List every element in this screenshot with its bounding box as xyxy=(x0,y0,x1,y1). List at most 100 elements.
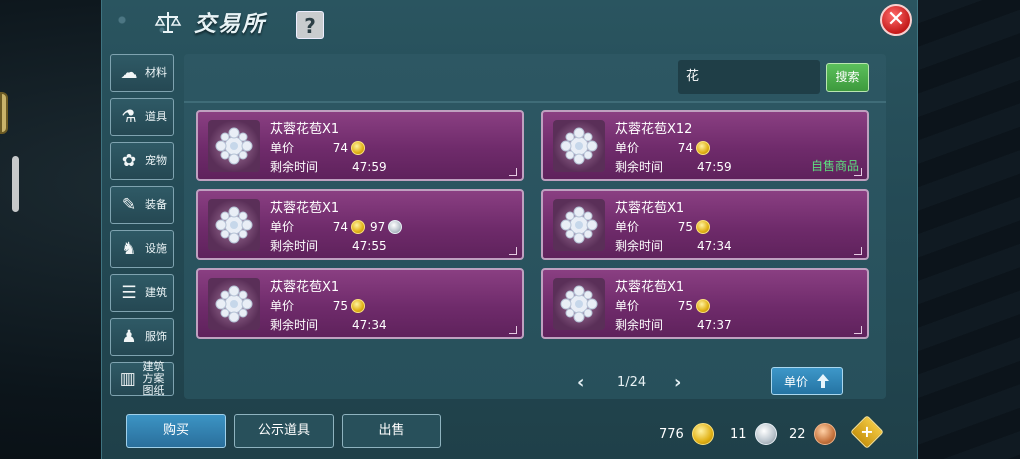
help-button[interactable]: ? xyxy=(296,11,324,39)
gold-coin-icon xyxy=(696,298,710,313)
item-name: 苁蓉花苞X1 xyxy=(615,280,685,295)
plus-icon: + xyxy=(860,422,874,441)
item-name: 苁蓉花苞X1 xyxy=(270,280,340,295)
sort-label: 单价 xyxy=(783,374,808,389)
window-title: 交易所 xyxy=(194,12,267,37)
gold-coin-icon xyxy=(696,219,710,234)
equipment-icon: ✎ xyxy=(121,195,137,215)
facility-icon: ♞ xyxy=(121,239,137,259)
corner-mark xyxy=(509,168,517,176)
time-value: 47:55 xyxy=(352,238,387,253)
price-value: 75 xyxy=(677,298,693,313)
flower-bud-icon xyxy=(208,120,260,172)
price-row: 单价 74 xyxy=(615,139,710,156)
price-label: 单价 xyxy=(615,220,640,234)
listing-card[interactable]: 苁蓉花苞X1 单价 75 剩余时间 47:37 xyxy=(541,268,869,339)
price-row: 单价 75 xyxy=(615,297,710,314)
search-button[interactable]: 搜索 xyxy=(826,63,869,92)
time-row: 剩余时间 47:34 xyxy=(270,316,387,333)
listing-panel: 花 搜索 苁蓉花苞X1 单价 74 剩余时间 47:59 苁蓉花苞X12 单价 … xyxy=(184,54,886,399)
gold-coin-icon xyxy=(351,140,365,155)
price-value: 75 xyxy=(332,298,348,313)
divider xyxy=(184,101,886,103)
silver-balance: 11 xyxy=(730,423,777,445)
category-pets[interactable]: ✿ 宠物 xyxy=(110,142,174,180)
time-label: 剩余时间 xyxy=(615,318,664,332)
side-pull-tab[interactable] xyxy=(0,92,8,134)
category-label: 装备 xyxy=(145,198,167,211)
price-label: 单价 xyxy=(270,220,295,234)
category-equipment[interactable]: ✎ 装备 xyxy=(110,186,174,224)
time-row: 剩余时间 47:59 xyxy=(615,158,732,175)
time-row: 剩余时间 47:55 xyxy=(270,237,387,254)
time-value: 47:34 xyxy=(352,317,387,332)
corner-mark xyxy=(854,326,862,334)
exchange-window: 交易所 ? ✕ ☁ 材料 ⚗ 道具 ✿ 宠物 ✎ 装备 ♞ 设施 ☰ 建筑 ♟ … xyxy=(101,0,918,459)
silver-value: 97 xyxy=(370,219,386,234)
corner-mark xyxy=(509,247,517,255)
item-name: 苁蓉花苞X1 xyxy=(270,122,340,137)
category-facility[interactable]: ♞ 设施 xyxy=(110,230,174,268)
sort-arrow-icon xyxy=(817,374,829,388)
price-row: 单价 74 97 xyxy=(270,218,403,235)
category-blueprint[interactable]: ▥ 建筑方案图纸 xyxy=(110,361,174,397)
flower-bud-icon xyxy=(208,278,260,330)
flower-bud-icon xyxy=(553,199,605,251)
page-indicator: 1/24 xyxy=(617,375,647,390)
silver-coin-icon xyxy=(388,219,403,234)
listing-card[interactable]: 苁蓉花苞X12 单价 74 剩余时间 47:59 自售商品 xyxy=(541,110,869,181)
action-bar: 购买 公示道具 出售 776 11 22 + xyxy=(102,406,919,459)
search-input[interactable]: 花 xyxy=(678,60,820,94)
gold-coin-icon xyxy=(691,423,714,445)
category-label: 道具 xyxy=(145,110,167,123)
add-currency-button[interactable]: + xyxy=(850,415,884,449)
next-page-button[interactable]: › xyxy=(674,372,681,393)
listing-card[interactable]: 苁蓉花苞X1 单价 75 剩余时间 47:34 xyxy=(541,189,869,260)
game-scene-background xyxy=(918,0,1020,459)
listing-card[interactable]: 苁蓉花苞X1 单价 74 剩余时间 47:59 xyxy=(196,110,524,181)
close-button[interactable]: ✕ xyxy=(880,4,912,36)
pet-paw-icon: ✿ xyxy=(121,151,137,171)
corner-mark xyxy=(509,326,517,334)
props-icon: ⚗ xyxy=(121,107,137,127)
time-value: 47:34 xyxy=(697,238,732,253)
building-icon: ☰ xyxy=(121,283,137,303)
category-materials[interactable]: ☁ 材料 xyxy=(110,54,174,92)
silver-coin-icon xyxy=(754,423,777,445)
copper-balance: 22 xyxy=(789,423,836,445)
category-building[interactable]: ☰ 建筑 xyxy=(110,274,174,312)
sort-by-price-button[interactable]: 单价 xyxy=(771,367,843,395)
time-value: 47:37 xyxy=(697,317,732,332)
time-value: 47:59 xyxy=(352,159,387,174)
category-props[interactable]: ⚗ 道具 xyxy=(110,98,174,136)
category-clothing[interactable]: ♟ 服饰 xyxy=(110,318,174,356)
blueprint-icon: ▥ xyxy=(119,369,136,389)
public-items-button[interactable]: 公示道具 xyxy=(234,414,334,448)
price-value: 74 xyxy=(332,219,348,234)
flower-bud-icon xyxy=(208,199,260,251)
corner-mark xyxy=(854,168,862,176)
category-label: 建筑 xyxy=(145,286,167,299)
prev-page-button[interactable]: ‹ xyxy=(577,372,584,393)
sell-button[interactable]: 出售 xyxy=(342,414,441,448)
item-name: 苁蓉花苞X1 xyxy=(615,201,685,216)
scroll-grip[interactable] xyxy=(12,156,19,212)
scale-icon xyxy=(154,12,182,33)
listing-card[interactable]: 苁蓉花苞X1 单价 74 97 剩余时间 47:55 xyxy=(196,189,524,260)
clothing-icon: ♟ xyxy=(121,327,137,347)
price-value: 74 xyxy=(677,140,693,155)
price-row: 单价 74 xyxy=(270,139,365,156)
self-sale-tag: 自售商品 xyxy=(810,159,859,173)
copper-amount: 22 xyxy=(789,426,806,442)
time-label: 剩余时间 xyxy=(615,239,664,253)
listing-card[interactable]: 苁蓉花苞X1 单价 75 剩余时间 47:34 xyxy=(196,268,524,339)
category-label: 材料 xyxy=(145,66,167,79)
time-value: 47:59 xyxy=(697,159,732,174)
gold-amount: 776 xyxy=(659,426,684,442)
flower-bud-icon xyxy=(553,120,605,172)
gold-coin-icon xyxy=(351,219,365,234)
buy-button[interactable]: 购买 xyxy=(126,414,226,448)
game-screen: 交易所 ? ✕ ☁ 材料 ⚗ 道具 ✿ 宠物 ✎ 装备 ♞ 设施 ☰ 建筑 ♟ … xyxy=(0,0,1020,459)
price-value: 75 xyxy=(677,219,693,234)
time-row: 剩余时间 47:34 xyxy=(615,237,732,254)
